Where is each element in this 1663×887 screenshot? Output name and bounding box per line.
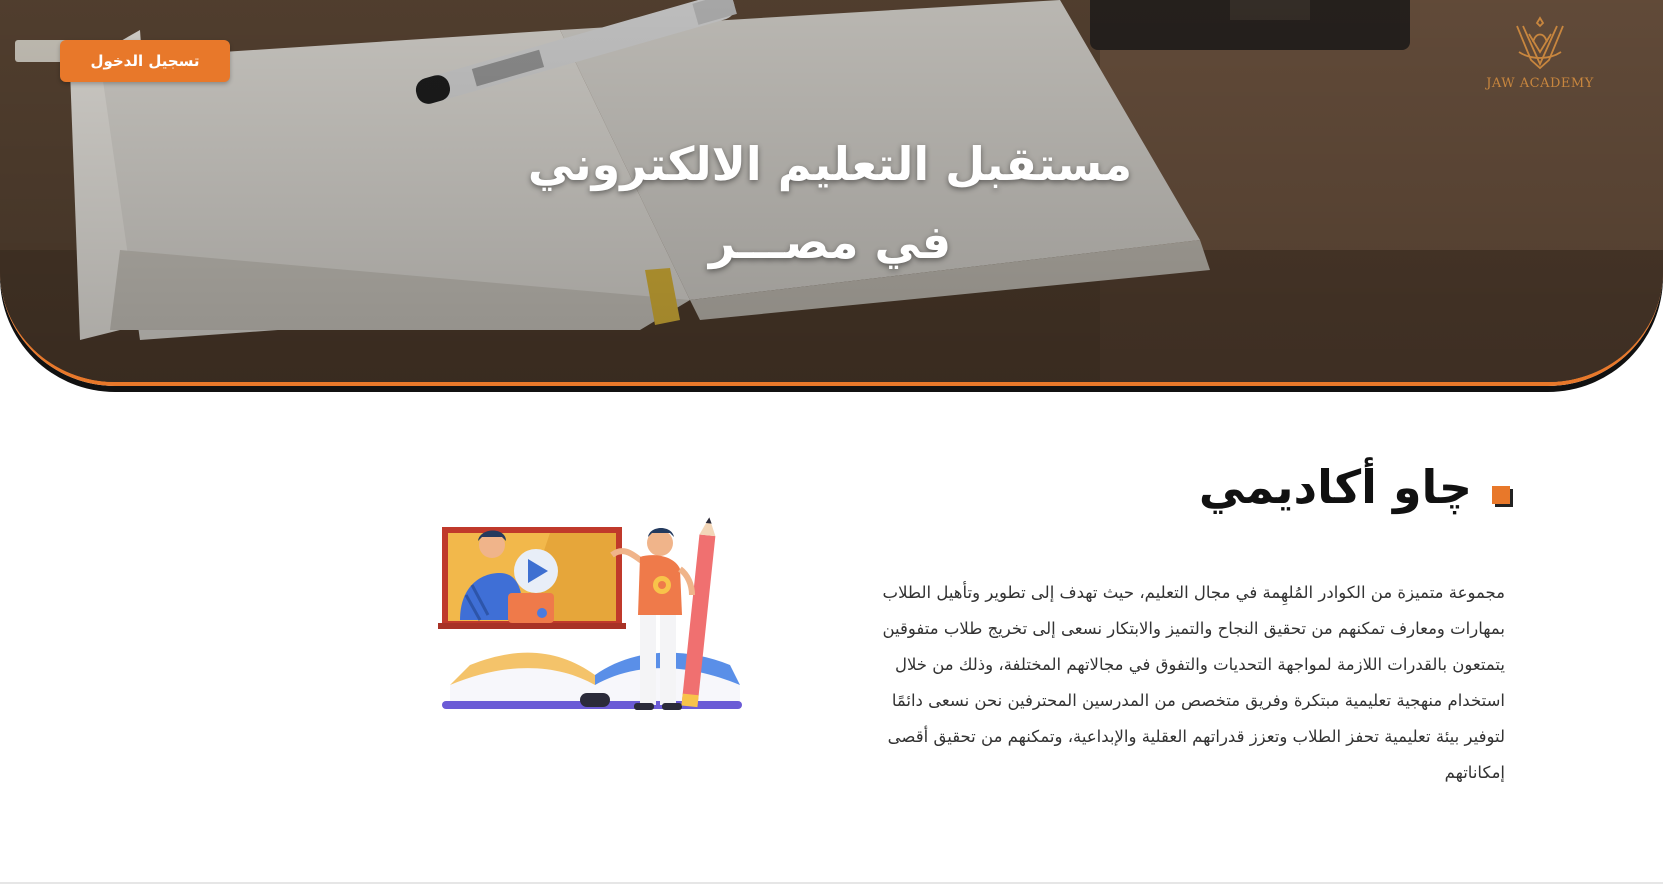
hero-banner: تسجيل الدخول JAW ACADEMY مستقبل التعليم … [0,0,1663,386]
section-divider [0,882,1663,884]
hero-title: مستقبل التعليم الالكتروني في مصـــر [430,125,1230,281]
landing-page: تسجيل الدخول JAW ACADEMY مستقبل التعليم … [0,0,1663,887]
hero-title-line-2: في مصـــر [708,215,952,269]
site-logo[interactable]: JAW ACADEMY [1470,12,1610,107]
about-title: چاو أكاديمي [1198,460,1472,514]
logo-text: JAW ACADEMY [1486,76,1594,91]
jaw-academy-emblem-icon [1516,16,1564,70]
hero-title-line-1: مستقبل التعليم الالكتروني [527,137,1133,191]
square-bullet-icon [1492,486,1510,504]
login-button[interactable]: تسجيل الدخول [60,40,230,82]
about-heading: چاو أكاديمي [1150,460,1510,514]
about-paragraph: مجموعة متميزة من الكوادر المُلهِمة في مج… [882,583,1505,782]
online-learning-illustration [438,517,742,710]
